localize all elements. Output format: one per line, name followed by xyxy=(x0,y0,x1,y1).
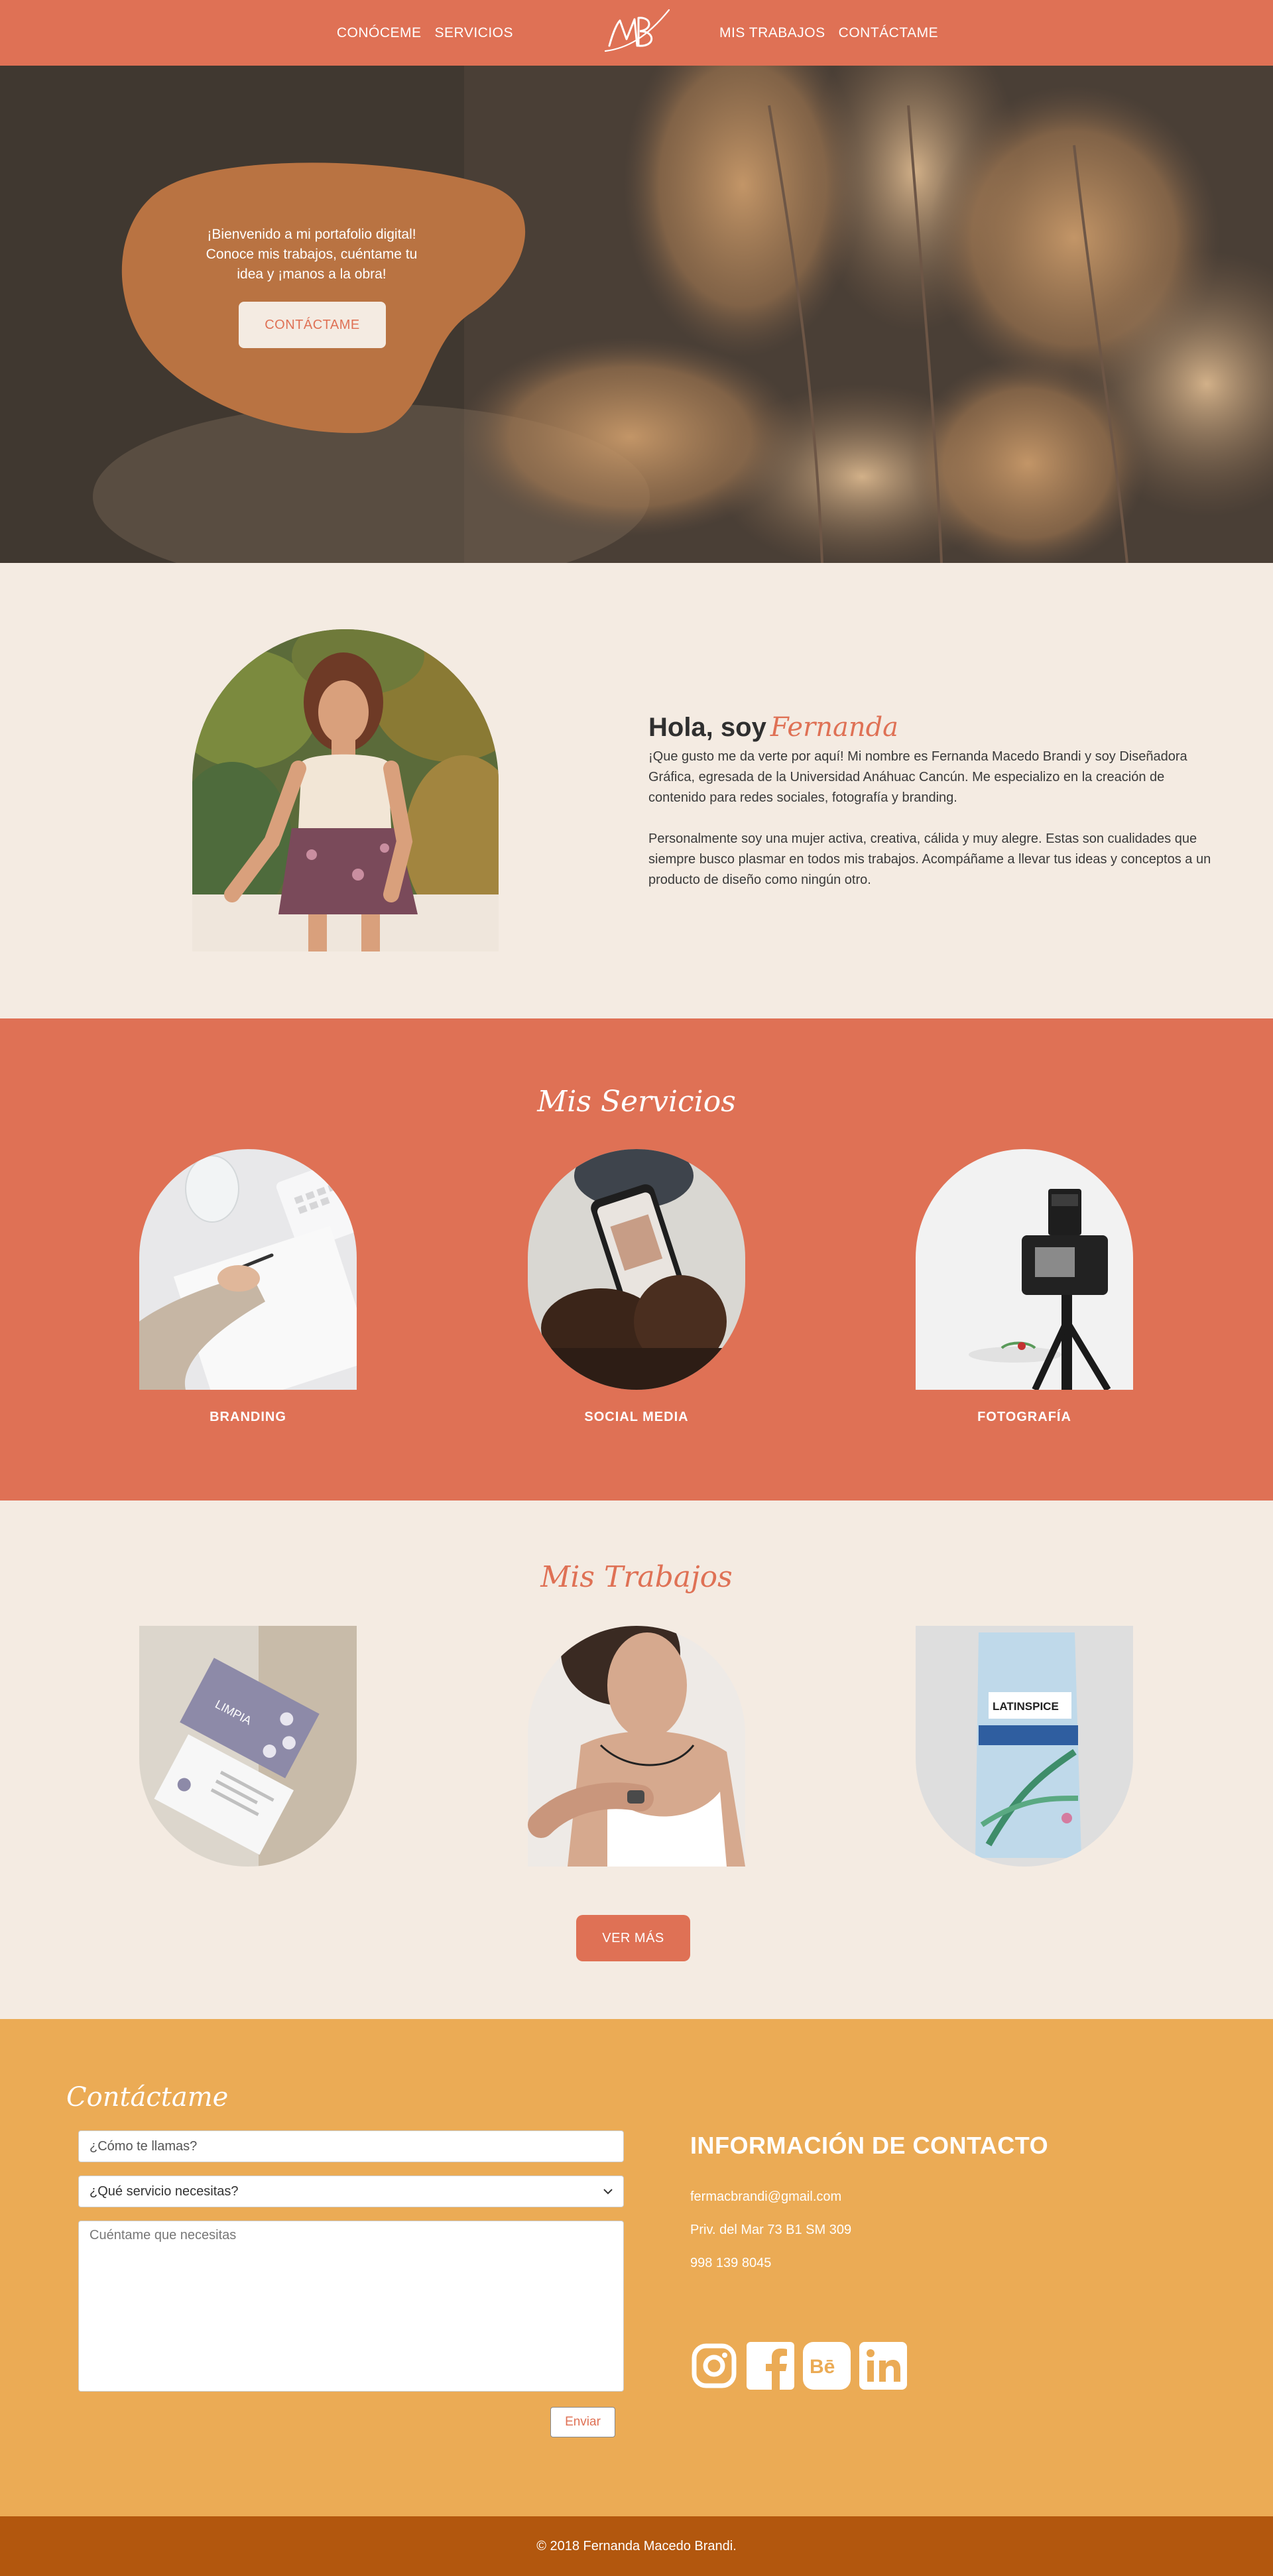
footer: © 2018 Fernanda Macedo Brandi. xyxy=(0,2516,1273,2576)
nav-link-mis-trabajos[interactable]: MIS TRABAJOS xyxy=(719,25,825,41)
linkedin-icon[interactable] xyxy=(859,2342,907,2390)
hero-blob-shape xyxy=(121,162,526,434)
about-text-block: Hola, soy Fernanda ¡Que gusto me da vert… xyxy=(648,712,1212,911)
nav-right: MIS TRABAJOS CONTÁCTAME xyxy=(719,25,938,41)
works-section: Mis Trabajos LIMPIA LATINSPICE VER MÁS xyxy=(0,1501,1273,2019)
copyright-text: © 2018 Fernanda Macedo Brandi. xyxy=(536,2538,737,2553)
business-cards-illustration: LIMPIA xyxy=(139,1626,357,1867)
contact-title: Contáctame xyxy=(66,2082,229,2113)
top-navigation: CONÓCEME SERVICIOS MIS TRABAJOS CONTÁCTA… xyxy=(0,0,1273,66)
service-label-branding: BRANDING xyxy=(210,1410,286,1424)
services-section: Mis Servicios BRANDING SOCIAL MEDIA FOTO… xyxy=(0,1018,1273,1501)
service-select[interactable]: ¿Qué servicio necesitas? xyxy=(78,2176,624,2207)
about-paragraph-2: Personalmente soy una mujer activa, crea… xyxy=(648,831,1211,887)
jewelry-illustration xyxy=(528,1626,745,1867)
service-card-branding[interactable]: BRANDING xyxy=(139,1149,357,1425)
service-label-social-media: SOCIAL MEDIA xyxy=(584,1410,689,1424)
about-paragraph-1: ¡Que gusto me da verte por aquí! Mi nomb… xyxy=(648,749,1187,805)
service-card-fotografia[interactable]: FOTOGRAFÍA xyxy=(916,1149,1133,1425)
work-item-latinspice[interactable]: LATINSPICE xyxy=(916,1626,1133,1867)
about-greeting: Hola, soy xyxy=(648,713,766,742)
works-title: Mis Trabajos xyxy=(540,1560,733,1594)
branding-illustration xyxy=(139,1149,357,1390)
portrait-photo xyxy=(192,629,499,951)
service-card-social-media[interactable]: SOCIAL MEDIA xyxy=(528,1149,745,1425)
service-select-value: ¿Qué servicio necesitas? xyxy=(90,2183,239,2199)
nav-left: CONÓCEME SERVICIOS xyxy=(337,25,513,41)
facebook-icon[interactable] xyxy=(747,2342,794,2390)
jewelry-photo-frame xyxy=(528,1626,745,1867)
contact-info-title: INFORMACIÓN DE CONTACTO xyxy=(690,2132,1049,2159)
svg-text:Bē: Bē xyxy=(810,2356,835,2378)
message-textarea[interactable]: Cuéntame que necesitas xyxy=(78,2221,624,2392)
about-name: Fernanda xyxy=(770,712,899,743)
work-item-business-cards[interactable]: LIMPIA xyxy=(139,1626,357,1867)
hero-contact-button[interactable]: CONTÁCTAME xyxy=(239,302,386,348)
social-media-image xyxy=(528,1149,745,1390)
chevron-down-icon xyxy=(603,2189,613,2195)
contact-email: fermacbrandi@gmail.com xyxy=(690,2189,842,2204)
send-button[interactable]: Enviar xyxy=(550,2407,615,2437)
behance-icon[interactable]: Bē xyxy=(803,2342,851,2390)
bag-brand-text: LATINSPICE xyxy=(993,1700,1059,1713)
latinspice-illustration: LATINSPICE xyxy=(916,1626,1133,1867)
social-media-illustration xyxy=(528,1149,745,1390)
hero-section: ¡Bienvenido a mi portafolio digital! Con… xyxy=(0,66,1273,563)
nav-link-servicios[interactable]: SERVICIOS xyxy=(435,25,513,41)
portrait-illustration xyxy=(192,629,499,951)
name-input[interactable]: ¿Cómo te llamas? xyxy=(78,2130,624,2162)
work-item-jewelry[interactable] xyxy=(528,1626,745,1867)
fotografia-image xyxy=(916,1149,1133,1390)
camera-illustration xyxy=(916,1149,1133,1390)
nav-link-conoceme[interactable]: CONÓCEME xyxy=(337,25,422,41)
nav-link-contactame[interactable]: CONTÁCTAME xyxy=(839,25,938,41)
services-title: Mis Servicios xyxy=(537,1085,736,1119)
contact-address: Priv. del Mar 73 B1 SM 309 xyxy=(690,2223,852,2237)
contact-section: Contáctame ¿Cómo te llamas? ¿Qué servici… xyxy=(0,2019,1273,2516)
ver-mas-button[interactable]: VER MÁS xyxy=(576,1915,690,1961)
hero-welcome-text: ¡Bienvenido a mi portafolio digital! Con… xyxy=(206,227,418,282)
branding-image xyxy=(139,1149,357,1390)
contact-phone: 998 139 8045 xyxy=(690,2256,772,2270)
about-section: Hola, soy Fernanda ¡Que gusto me da vert… xyxy=(0,563,1273,1018)
social-links: Bē xyxy=(690,2342,907,2390)
about-heading: Hola, soy Fernanda xyxy=(648,712,1212,743)
service-label-fotografia: FOTOGRAFÍA xyxy=(977,1410,1071,1424)
mb-logo-icon xyxy=(604,9,670,52)
instagram-icon[interactable] xyxy=(690,2342,738,2390)
logo[interactable] xyxy=(600,5,673,62)
